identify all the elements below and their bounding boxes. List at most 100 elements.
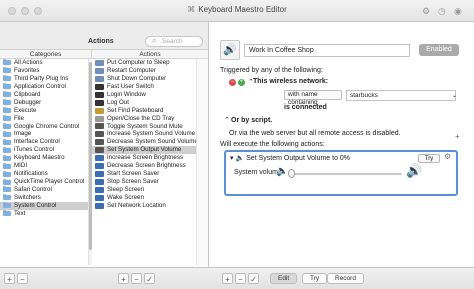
categories-list[interactable]: All Actions Favorites Third Party Plug Ins…	[0, 59, 88, 265]
category-item[interactable]: All Actions	[0, 59, 88, 67]
folder-icon	[3, 210, 11, 217]
add-trigger-icon[interactable]: +	[238, 79, 245, 86]
folder-icon	[3, 91, 11, 98]
category-label: iTunes Control	[14, 146, 55, 154]
action-icon	[95, 123, 104, 130]
status-record-icon[interactable]: ◉	[454, 6, 462, 17]
folder-icon	[3, 138, 11, 145]
bottom-add-button[interactable]: +	[222, 273, 233, 284]
actions-scrollbar[interactable]	[196, 59, 208, 265]
script-trigger-chevron-icon[interactable]: ⌃	[224, 116, 230, 124]
category-item[interactable]: File	[0, 115, 88, 123]
action-item[interactable]: Login Window	[92, 91, 196, 99]
category-label: Switchers	[14, 193, 41, 201]
action-item[interactable]: Set Network Location	[92, 202, 196, 210]
category-item[interactable]: Notifications	[0, 170, 88, 178]
category-item[interactable]: iTunes Control	[0, 146, 88, 154]
search-input[interactable]: ⌕ Search	[145, 36, 203, 47]
category-item[interactable]: Third Party Plug Ins	[0, 75, 88, 83]
search-icon: ⌕	[152, 36, 157, 45]
action-item[interactable]: Shut Down Computer	[92, 75, 196, 83]
action-item[interactable]: Set System Output Volume	[92, 146, 196, 155]
condition-dropdown[interactable]: with name containing	[284, 90, 342, 106]
remove-group-button[interactable]: −	[17, 273, 28, 284]
action-item[interactable]: Stop Screen Saver	[92, 178, 196, 186]
action-title-text: Set System Output Volume to 0%	[246, 155, 351, 162]
action-item[interactable]: Put Computer to Sleep	[92, 59, 196, 67]
action-icon	[95, 194, 104, 201]
category-label: Text	[14, 209, 26, 217]
category-item[interactable]: Switchers	[0, 194, 88, 202]
category-item[interactable]: Execute	[0, 107, 88, 115]
category-item[interactable]: Clipboard	[0, 91, 88, 99]
remove-macro-button[interactable]: −	[131, 273, 142, 284]
category-item[interactable]: Image	[0, 130, 88, 138]
category-item[interactable]: MIDI	[0, 162, 88, 170]
macro-speaker-icon[interactable]: 🔊	[220, 40, 240, 60]
or-by-script-label[interactable]: Or by script.	[231, 117, 272, 124]
bottom-toolbar: + − + − ✓ + − ✓ Edit Try Record	[0, 267, 474, 289]
try-button[interactable]: Try	[302, 273, 328, 284]
action-item[interactable]: Wake Screen	[92, 194, 196, 202]
folder-icon	[3, 130, 11, 137]
add-macro-button[interactable]: +	[118, 273, 129, 284]
add-action-icon[interactable]: +	[455, 132, 460, 141]
category-item[interactable]: Safari Control	[0, 186, 88, 194]
status-gear-icon[interactable]: ⚙	[422, 6, 430, 17]
folder-icon	[3, 83, 11, 90]
bottom-remove-button[interactable]: −	[235, 273, 246, 284]
action-set-output-volume[interactable]: ▾ 🔈 Set System Output Volume to 0% Try ⚙…	[224, 150, 458, 196]
action-item[interactable]: Log Out	[92, 99, 196, 107]
pane-divider[interactable]	[208, 22, 209, 267]
categories-column-header[interactable]: Categories	[0, 50, 92, 59]
category-item[interactable]: Text	[0, 210, 88, 218]
action-icon	[95, 99, 104, 106]
actions-header: Actions ⌕ Search	[0, 22, 208, 50]
action-item[interactable]: Increase Screen Brightness	[92, 154, 196, 162]
macro-checkbox-button[interactable]: ✓	[144, 273, 155, 284]
add-group-button[interactable]: +	[4, 273, 15, 284]
category-item[interactable]: Interface Control	[0, 138, 88, 146]
action-gear-icon[interactable]: ⚙	[444, 152, 451, 161]
action-item[interactable]: Start Screen Saver	[92, 170, 196, 178]
action-item[interactable]: Sleep Screen	[92, 186, 196, 194]
category-label: All Actions	[14, 59, 43, 66]
folder-icon	[3, 202, 11, 209]
category-item[interactable]: System Control	[0, 201, 88, 210]
action-item[interactable]: Set Find Pasteboard	[92, 107, 196, 115]
category-item[interactable]: QuickTime Player Control	[0, 178, 88, 186]
actions-list[interactable]: Put Computer to Sleep Restart Computer Shu…	[92, 59, 196, 265]
category-item[interactable]: Debugger	[0, 99, 88, 107]
category-item[interactable]: Google Chrome Control	[0, 123, 88, 131]
action-item[interactable]: Restart Computer	[92, 67, 196, 75]
action-item[interactable]: Open/Close the CD Tray	[92, 115, 196, 123]
action-label: Decrease System Sound Volume	[107, 138, 196, 146]
enabled-button[interactable]: Enabled	[419, 44, 459, 56]
edit-button[interactable]: Edit	[270, 273, 298, 284]
network-field-chevron-icon[interactable]: ⌄	[452, 92, 457, 99]
network-name-field[interactable]: starbucks	[346, 90, 456, 101]
category-label: Application Control	[14, 82, 66, 90]
action-item[interactable]: Fast User Switch	[92, 83, 196, 91]
category-item[interactable]: Keyboard Maestro	[0, 154, 88, 162]
volume-slider-knob[interactable]	[288, 169, 295, 178]
action-item[interactable]: Decrease System Sound Volume	[92, 138, 196, 146]
status-clock-icon[interactable]: ◷	[438, 6, 446, 17]
macro-name-field[interactable]: Work In Coffee Shop	[244, 44, 410, 57]
bottom-checkbox-button[interactable]: ✓	[248, 273, 259, 284]
action-item[interactable]: Increase System Sound Volume	[92, 130, 196, 138]
category-item[interactable]: Application Control	[0, 83, 88, 91]
action-item[interactable]: Decrease Screen Brightness	[92, 162, 196, 170]
action-try-button[interactable]: Try	[418, 154, 440, 163]
record-button[interactable]: Record	[327, 273, 364, 284]
volume-slider[interactable]	[290, 173, 402, 175]
action-collapse-icon[interactable]: ▾	[230, 155, 234, 162]
remove-trigger-icon[interactable]: −	[229, 79, 236, 86]
category-item[interactable]: Favorites	[0, 67, 88, 75]
action-item[interactable]: Toggle System Sound Mute	[92, 123, 196, 131]
actions-column-header[interactable]: Actions	[92, 50, 208, 59]
action-label: Toggle System Sound Mute	[107, 122, 183, 130]
category-label: Interface Control	[14, 138, 60, 146]
action-title[interactable]: ▾ 🔈 Set System Output Volume to 0%	[230, 154, 350, 162]
category-label: Notifications	[14, 170, 48, 178]
